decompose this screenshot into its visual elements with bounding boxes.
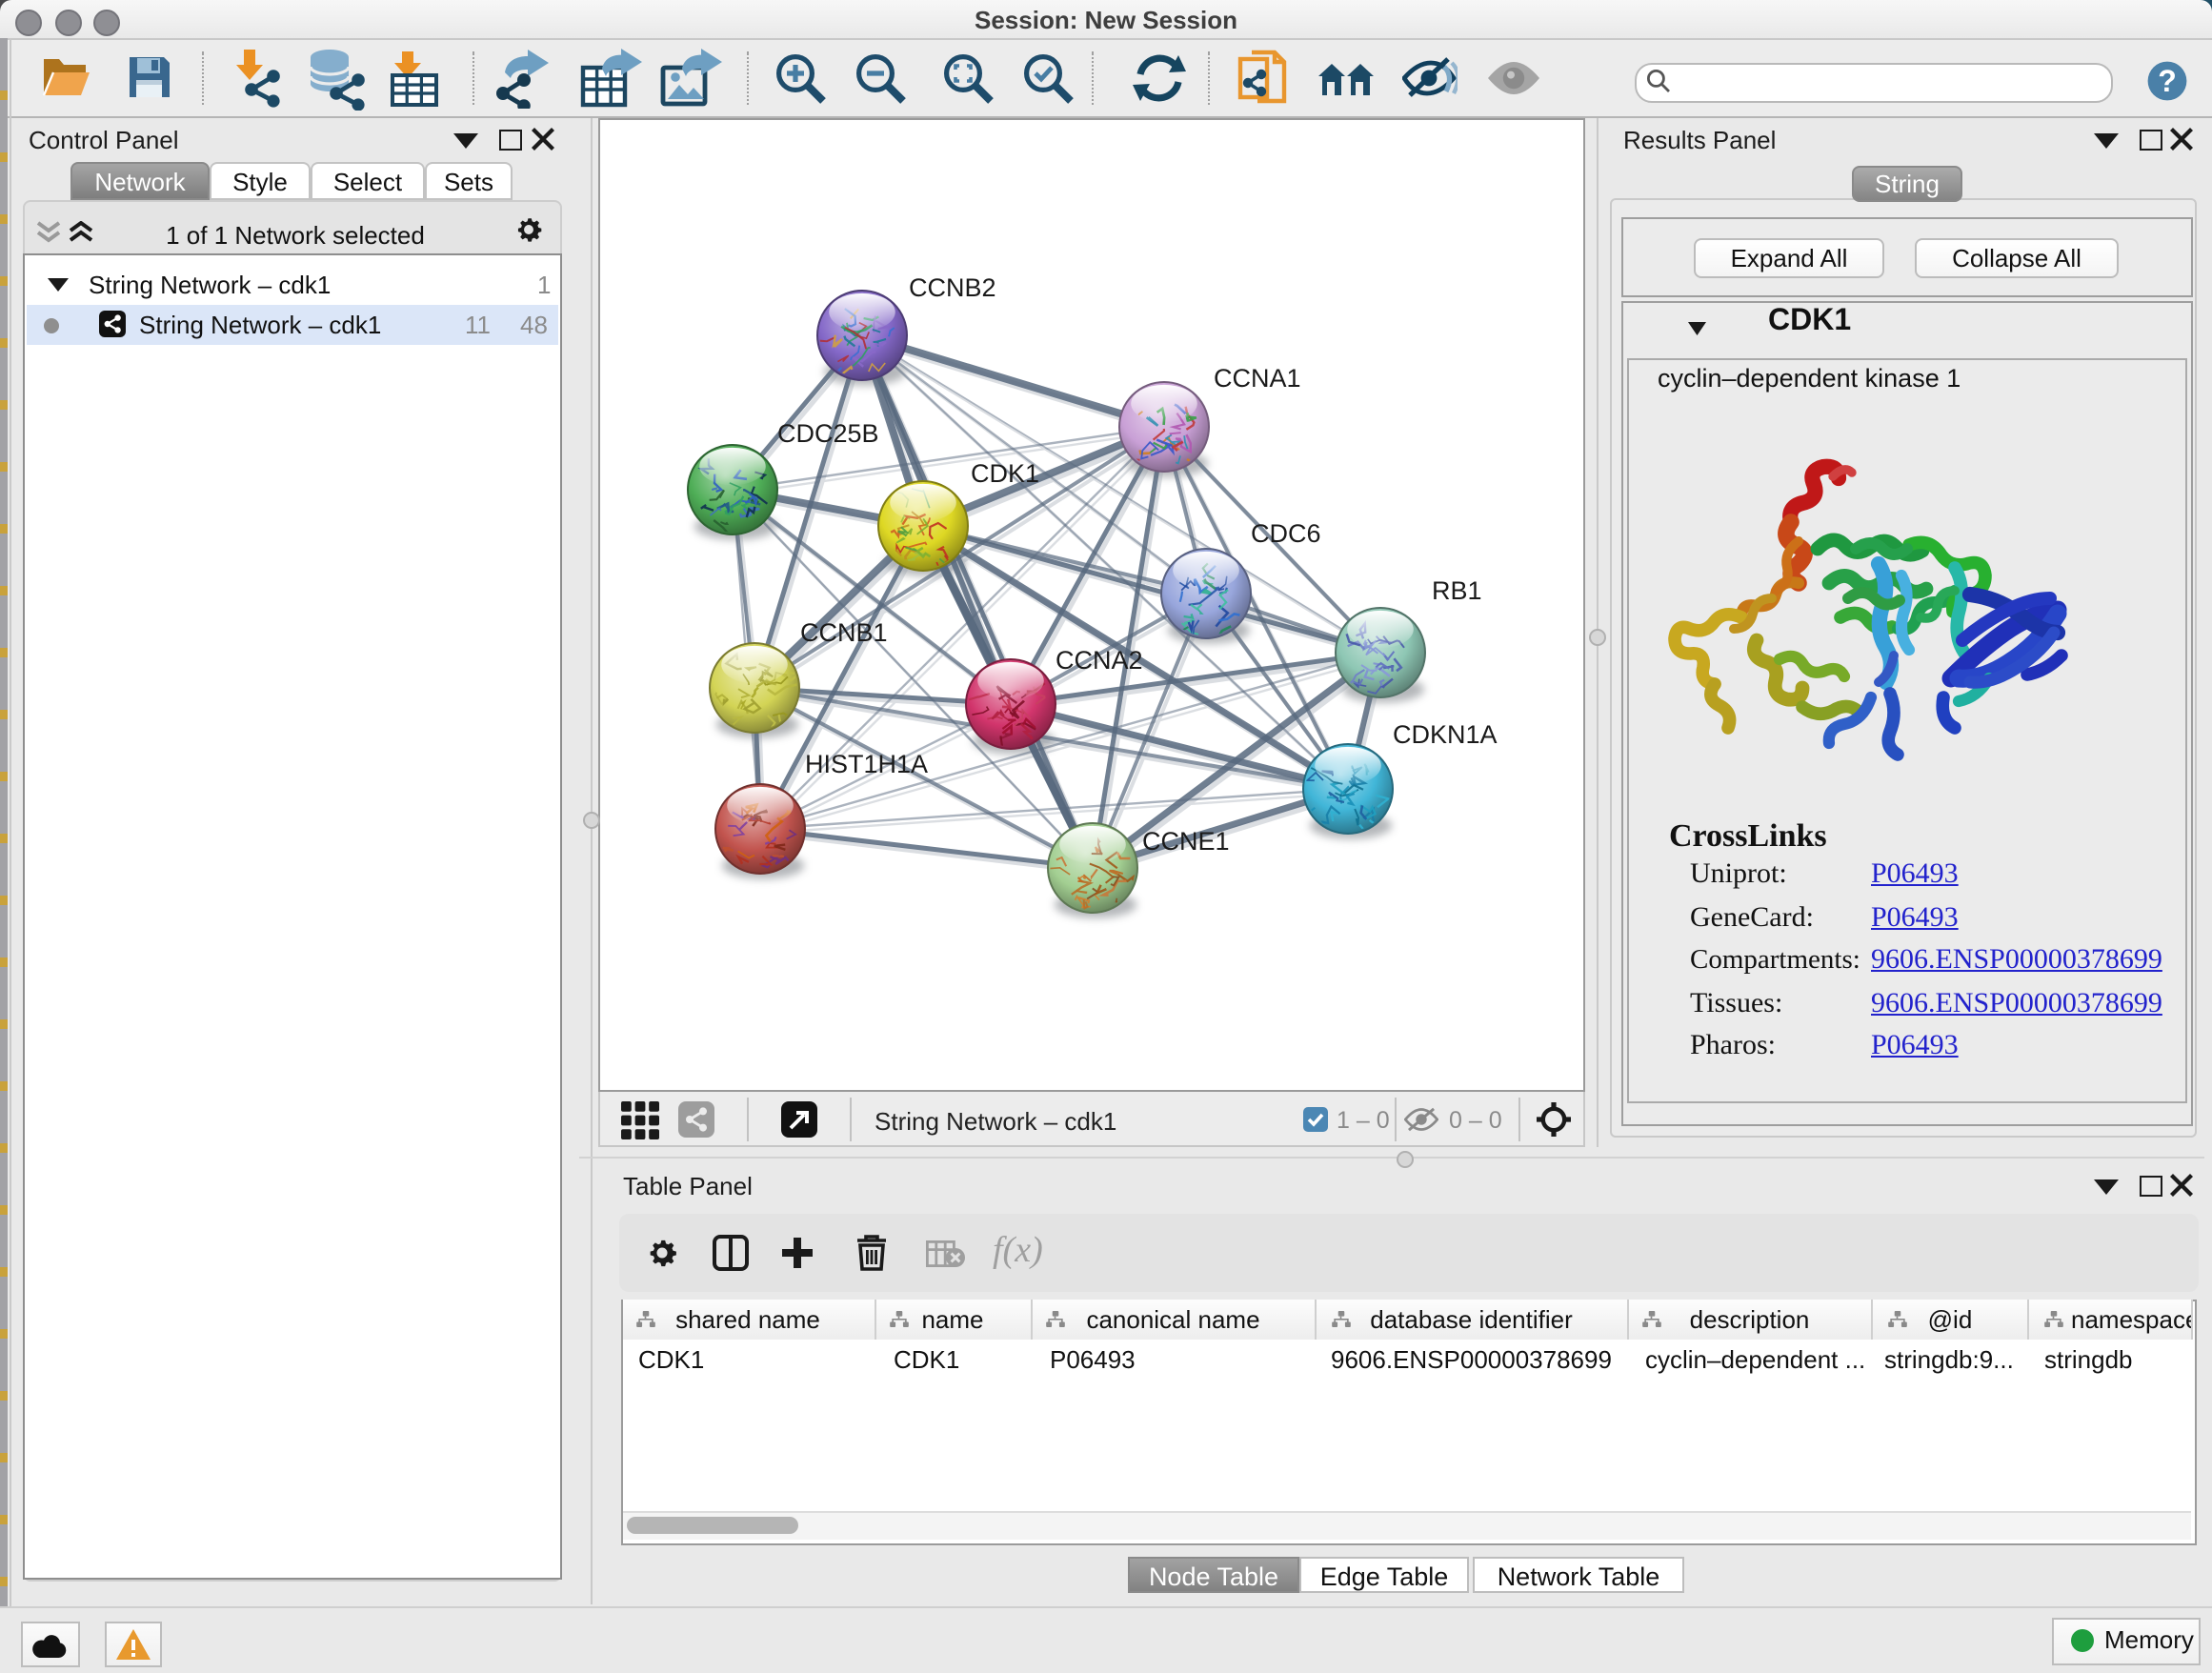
svg-text:CDC25B: CDC25B [776, 418, 878, 447]
svg-text:CDC6: CDC6 [1250, 518, 1320, 547]
svg-text:CCNA2: CCNA2 [1055, 645, 1142, 674]
svg-text:CCNE1: CCNE1 [1141, 826, 1229, 855]
svg-text:RB1: RB1 [1431, 575, 1481, 604]
svg-text:CDKN1A: CDKN1A [1392, 719, 1497, 748]
svg-text:CCNB2: CCNB2 [908, 272, 995, 301]
svg-text:CDK1: CDK1 [970, 458, 1038, 487]
svg-text:CCNB1: CCNB1 [799, 617, 887, 646]
svg-text:?: ? [2158, 63, 2177, 97]
svg-text:CCNA1: CCNA1 [1213, 363, 1300, 392]
svg-text:HIST1H1A: HIST1H1A [804, 749, 927, 777]
